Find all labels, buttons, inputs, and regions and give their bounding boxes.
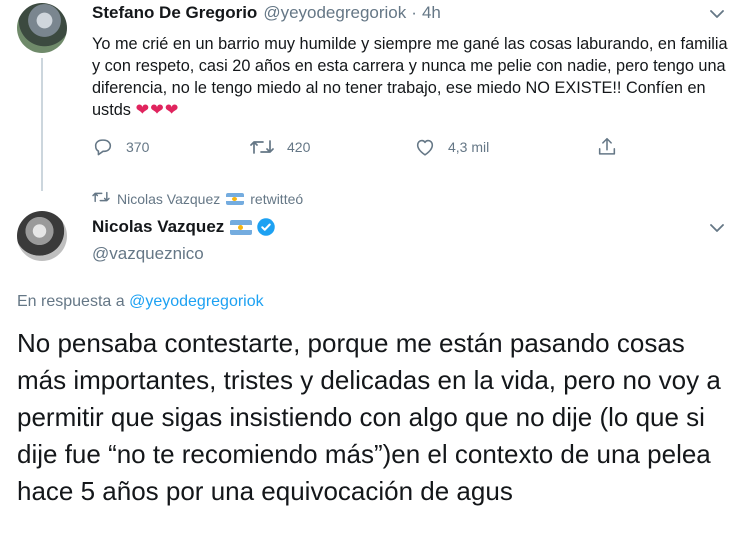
reply-handle-link[interactable]: @yeyodegregoriok — [129, 293, 264, 310]
verified-badge-icon — [256, 217, 276, 237]
reply-context: En respuesta a @yeyodegregoriok — [17, 293, 264, 311]
like-button[interactable]: 4,3 mil — [414, 136, 489, 158]
retweet-button[interactable]: 420 — [249, 136, 310, 158]
chevron-down-icon[interactable] — [710, 224, 724, 233]
tweet1-actions: 370 420 4,3 mil — [92, 136, 632, 162]
argentina-flag-icon — [226, 192, 245, 205]
author-handle[interactable]: @vazqueznico — [92, 244, 204, 264]
author-name[interactable]: Nicolas Vazquez — [92, 217, 224, 237]
thread-line — [41, 58, 43, 191]
reply-prefix: En respuesta a — [17, 293, 125, 310]
heart-emoji: ❤❤❤ — [135, 101, 180, 119]
retweeter-name[interactable]: Nicolas Vazquez — [117, 191, 220, 207]
author-name[interactable]: Stefano De Gregorio — [92, 3, 257, 23]
retweet-count: 420 — [287, 139, 311, 155]
reply-count: 370 — [126, 139, 150, 155]
separator-dot: · — [411, 3, 417, 22]
argentina-flag-icon — [230, 219, 253, 235]
tweet1-text: Yo me crié en un barrio muy humilde y si… — [92, 33, 732, 121]
retweet-icon — [91, 189, 111, 208]
like-count: 4,3 mil — [448, 139, 490, 155]
author-handle[interactable]: @yeyodegregoriok — [263, 3, 406, 23]
share-button[interactable] — [596, 136, 618, 158]
avatar[interactable] — [17, 3, 67, 53]
retweet-context[interactable]: Nicolas Vazquez retwitteó — [91, 189, 303, 208]
retweet-label: retwitteó — [250, 190, 304, 207]
reply-icon — [92, 136, 114, 158]
retweet-icon — [249, 136, 275, 158]
reply-button[interactable]: 370 — [92, 136, 149, 158]
tweet1-header: Stefano De Gregorio @yeyodegregoriok · 4… — [92, 3, 441, 23]
tweet2-text: No pensaba contestarte, porque me están … — [17, 328, 721, 506]
tweet2-header: Nicolas Vazquez — [92, 217, 276, 237]
chevron-down-icon[interactable] — [710, 10, 724, 19]
tweet-body: Yo me crié en un barrio muy humilde y si… — [92, 35, 728, 119]
like-icon — [414, 136, 436, 158]
timestamp[interactable]: 4h — [422, 3, 441, 23]
share-icon — [596, 136, 618, 158]
avatar[interactable] — [17, 211, 67, 261]
